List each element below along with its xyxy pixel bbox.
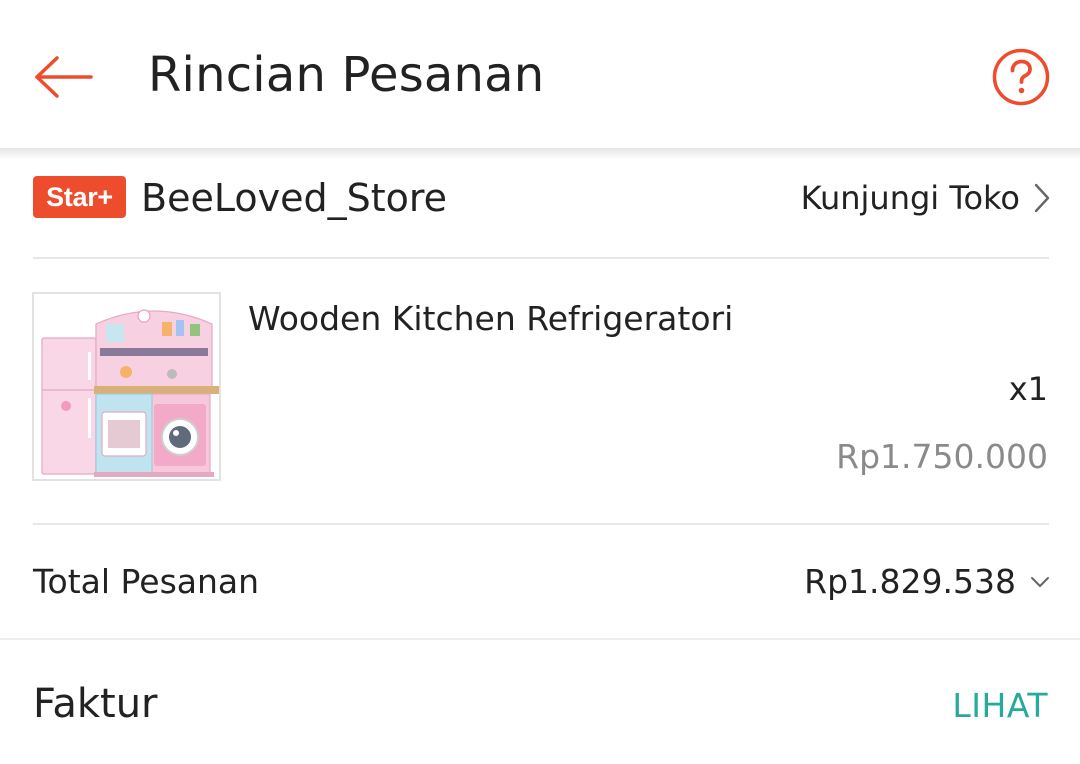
toy-kitchen-image: [34, 294, 219, 479]
help-button[interactable]: [988, 44, 1054, 110]
view-invoice-button[interactable]: LIHAT: [952, 678, 1048, 734]
order-detail-screen: Rincian Pesanan Star+ BeeLoved_Store Kun…: [0, 0, 1080, 764]
product-name[interactable]: Wooden Kitchen Refrigeratori: [248, 292, 733, 346]
invoice-row: Faktur LIHAT: [0, 640, 1080, 764]
order-total-row[interactable]: Total Pesanan Rp1.829.538: [0, 526, 1080, 638]
shop-name: BeeLoved_Store: [141, 176, 448, 220]
divider: [33, 257, 1049, 259]
question-circle-icon: [992, 48, 1050, 106]
app-header: Rincian Pesanan: [0, 0, 1080, 148]
divider: [33, 523, 1049, 525]
chevron-down-icon: [1031, 577, 1049, 587]
order-total-value: Rp1.829.538: [804, 562, 1016, 601]
visit-shop-link[interactable]: Kunjungi Toko: [801, 170, 1050, 226]
order-total-value-group: Rp1.829.538: [804, 554, 1050, 610]
shop-row: Star+ BeeLoved_Store Kunjungi Toko: [0, 160, 1080, 258]
invoice-label: Faktur: [33, 681, 158, 727]
arrow-left-icon: [35, 56, 93, 98]
product-price: Rp1.750.000: [836, 437, 1048, 476]
order-total-label: Total Pesanan: [33, 562, 260, 601]
header-shadow: [0, 148, 1080, 160]
page-title: Rincian Pesanan: [148, 47, 545, 103]
visit-shop-label: Kunjungi Toko: [800, 179, 1020, 217]
star-plus-badge: Star+: [33, 176, 126, 218]
chevron-right-icon: [1034, 183, 1050, 213]
product-quantity: x1: [1008, 370, 1048, 408]
product-image[interactable]: [32, 292, 221, 481]
back-button[interactable]: [30, 44, 96, 110]
